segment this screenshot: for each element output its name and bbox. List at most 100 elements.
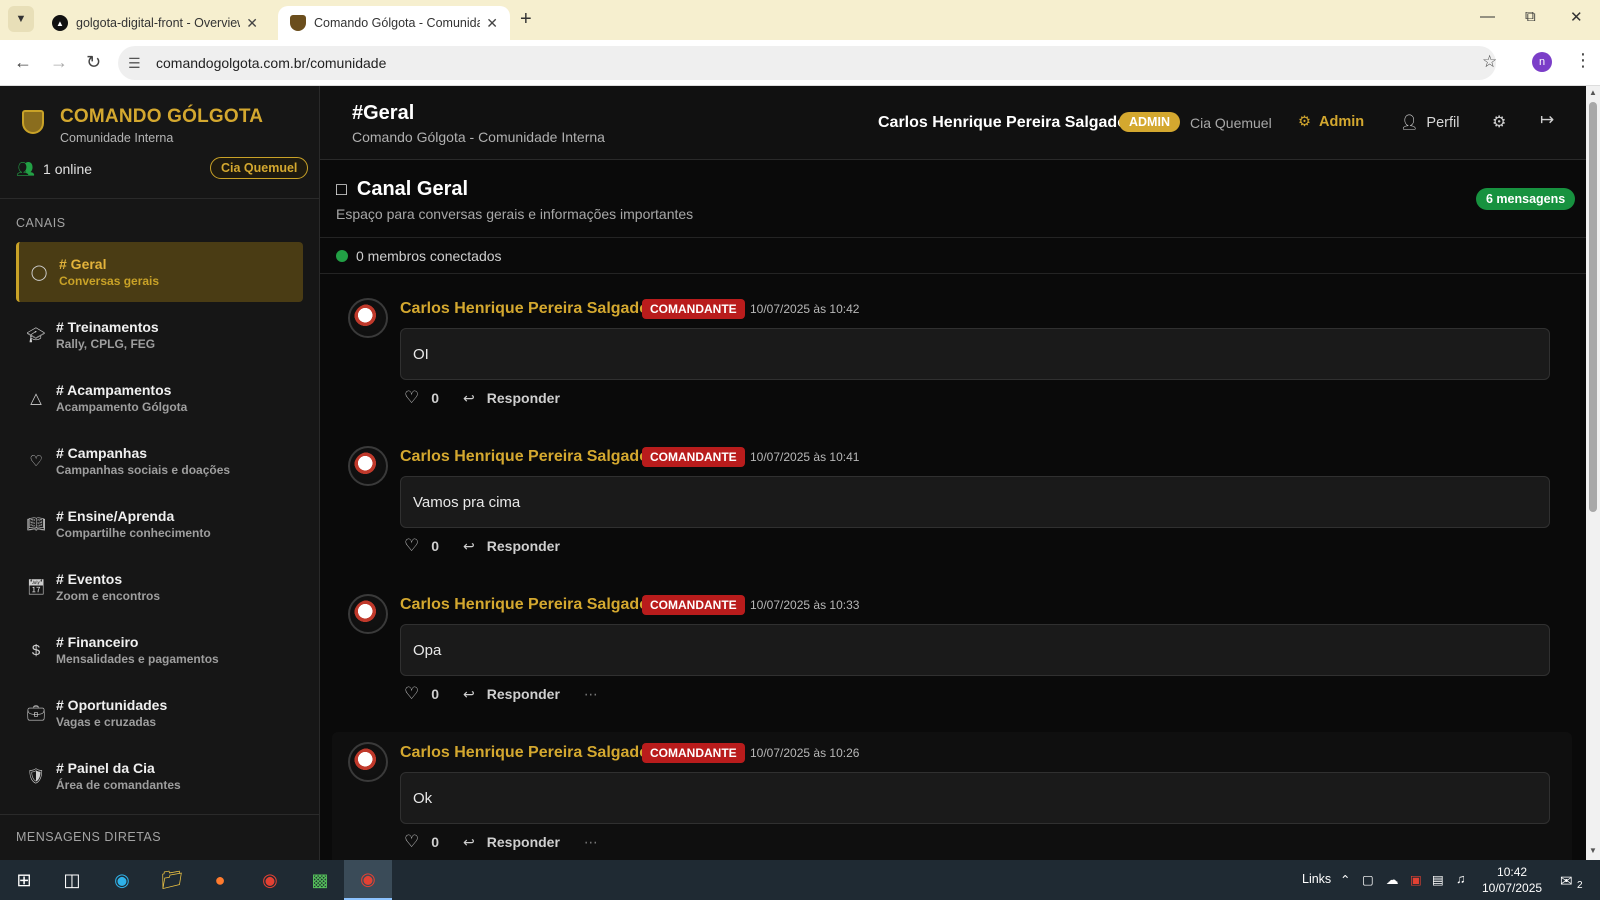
chrome-profile-k-icon[interactable]: ◉ <box>246 860 294 900</box>
scrollbar-thumb[interactable] <box>1589 102 1597 512</box>
channel-subtitle: Espaço para conversas gerais e informaçõ… <box>336 206 694 222</box>
reply-button[interactable]: Responder <box>487 538 560 554</box>
browser-tab-overview[interactable]: ▲ golgota-digital-front - Overview ✕ <box>40 6 270 40</box>
like-count: 0 <box>431 390 440 406</box>
sidebar-item-eventos[interactable]: 📅︎ # Eventos Zoom e encontros <box>16 557 303 617</box>
reply-arrow-icon[interactable]: ↩ <box>463 538 475 555</box>
main-content: #Geral Comando Gólgota - Comunidade Inte… <box>320 86 1586 860</box>
message-author[interactable]: Carlos Henrique Pereira Salgado <box>400 596 649 614</box>
channel-name: # Painel da Cia <box>56 760 155 776</box>
new-tab-plus-icon[interactable]: + <box>520 8 532 31</box>
task-view-icon[interactable]: ◫ <box>48 860 96 900</box>
admin-link-label: Admin <box>1319 114 1365 130</box>
message-author[interactable]: Carlos Henrique Pereira Salgado <box>400 300 649 318</box>
message-item: Carlos Henrique Pereira Salgado COMANDAN… <box>332 288 1572 423</box>
brand-subtitle: Comunidade Interna <box>60 131 174 145</box>
url-input[interactable]: comandogolgota.com.br/comunidade <box>118 46 1496 80</box>
calendar-icon: 📅︎ <box>26 579 46 596</box>
sidebar-item-financeiro[interactable]: $ # Financeiro Mensalidades e pagamentos <box>16 620 303 680</box>
message-actions: ♡ 0 ↩ Responder ⋯ <box>404 684 600 704</box>
minimize-icon[interactable]: — <box>1480 8 1495 25</box>
logout-icon[interactable]: ↦ <box>1540 110 1554 130</box>
forward-arrow-icon[interactable]: → <box>50 52 68 73</box>
message-count-badge: 6 mensagens <box>1476 188 1576 210</box>
admin-link[interactable]: ⚙ Admin <box>1298 114 1364 130</box>
bookmark-star-icon[interactable]: ☆ <box>1482 52 1497 72</box>
avatar[interactable] <box>348 742 388 782</box>
back-arrow-icon[interactable]: ← <box>14 52 32 73</box>
file-explorer-icon[interactable]: 📁︎ <box>148 860 196 900</box>
page-scrollbar[interactable]: ▲ ▼ <box>1586 86 1600 860</box>
reply-button[interactable]: Responder <box>487 390 560 406</box>
scroll-down-icon[interactable]: ▼ <box>1589 846 1597 855</box>
message-author[interactable]: Carlos Henrique Pereira Salgado <box>400 448 649 466</box>
settings-gear-icon[interactable]: ⚙ <box>1492 112 1506 132</box>
links-toolbar-label[interactable]: Links <box>1302 872 1331 886</box>
more-options-icon[interactable]: ⋯ <box>584 686 600 703</box>
channel-desc: Rally, CPLG, FEG <box>56 337 156 351</box>
sidebar-item-treinamentos[interactable]: 🎓︎ # Treinamentos Rally, CPLG, FEG <box>16 305 303 365</box>
avatar[interactable] <box>348 298 388 338</box>
more-options-icon[interactable]: ⋯ <box>584 834 600 851</box>
reply-button[interactable]: Responder <box>487 834 560 850</box>
tray-cloud-icon[interactable]: ☁ <box>1386 872 1399 887</box>
scroll-up-icon[interactable]: ▲ <box>1589 88 1597 97</box>
message-body: Opa <box>400 624 1550 676</box>
reply-button[interactable]: Responder <box>487 686 560 702</box>
sidebar-item-campanhas[interactable]: ♡ # Campanhas Campanhas sociais e doaçõe… <box>16 431 303 491</box>
restore-icon[interactable]: ⧉ <box>1525 8 1536 25</box>
reload-icon[interactable]: ↻ <box>86 52 101 73</box>
close-tab-icon[interactable]: ✕ <box>246 15 258 32</box>
tray-security-icon[interactable]: ▣ <box>1410 872 1422 887</box>
browser-menu-icon[interactable]: ⋮ <box>1574 50 1592 71</box>
heart-icon[interactable]: ♡ <box>404 684 419 704</box>
profile-link[interactable]: 👤︎ Perfil <box>1400 114 1459 132</box>
browser-tab-comunidade[interactable]: Comando Gólgota - Comunidade ✕ <box>278 6 510 40</box>
gear-icon: ⚙ <box>1298 114 1311 130</box>
site-settings-icon[interactable]: ☰ <box>128 55 141 72</box>
admin-role-badge: ADMIN <box>1119 112 1180 132</box>
tab-search-button[interactable]: ▼ <box>8 6 34 32</box>
channel-name: # Eventos <box>56 571 123 587</box>
edge-browser-icon[interactable]: ◉ <box>98 860 146 900</box>
heart-icon[interactable]: ♡ <box>404 388 419 408</box>
tray-network-icon[interactable]: ▤ <box>1432 872 1444 887</box>
sidebar-item-oportunidades[interactable]: 💼︎ # Oportunidades Vagas e cruzadas <box>16 683 303 743</box>
users-icon: 👥︎ <box>16 161 36 178</box>
tray-volume-icon[interactable]: ♫ <box>1456 872 1465 886</box>
tray-device-icon[interactable]: ▢ <box>1362 872 1374 887</box>
top-header: #Geral Comando Gólgota - Comunidade Inte… <box>320 86 1586 160</box>
system-clock[interactable]: 10:42 10/07/2025 <box>1482 864 1542 896</box>
chrome-profile-n-icon[interactable]: ◉ <box>344 860 392 900</box>
heart-icon[interactable]: ♡ <box>404 536 419 556</box>
app-terminal-icon[interactable]: ▩ <box>296 860 344 900</box>
tray-chevron-up-icon[interactable]: ⌃ <box>1340 872 1350 887</box>
sidebar-divider <box>0 814 319 815</box>
reply-arrow-icon[interactable]: ↩ <box>463 390 475 407</box>
os-taskbar: ⊞ ◫ ◉ 📁︎ ● ◉ ▩ ◉ Links ⌃ ▢ ☁ ▣ ▤ ♫ 10:42… <box>0 860 1600 900</box>
user-icon: 👤︎ <box>1400 115 1419 131</box>
sidebar-item-geral[interactable]: ◯ # Geral Conversas gerais <box>16 242 303 302</box>
heart-icon[interactable]: ♡ <box>404 832 419 852</box>
sidebar-item-painel-da-cia[interactable]: 🛡︎ # Painel da Cia Área de comandantes <box>16 746 303 806</box>
members-status: 0 membros conectados <box>320 238 1586 274</box>
sidebar-item-ensine-aprenda[interactable]: 📖︎ # Ensine/Aprenda Compartilhe conhecim… <box>16 494 303 554</box>
channel-name: # Treinamentos <box>56 319 159 335</box>
message-author[interactable]: Carlos Henrique Pereira Salgado <box>400 744 649 762</box>
browser-profile-avatar[interactable]: n <box>1532 52 1552 72</box>
close-window-icon[interactable]: ✕ <box>1570 8 1583 26</box>
channel-name: # Ensine/Aprenda <box>56 508 175 524</box>
reply-arrow-icon[interactable]: ↩ <box>463 686 475 703</box>
reply-arrow-icon[interactable]: ↩ <box>463 834 475 851</box>
channel-desc: Campanhas sociais e doações <box>56 463 231 477</box>
avatar[interactable] <box>348 594 388 634</box>
online-count: 1 online <box>43 161 93 177</box>
windows-start-icon[interactable]: ⊞ <box>0 860 48 900</box>
sidebar-item-acampamentos[interactable]: △ # Acampamentos Acampamento Gólgota <box>16 368 303 428</box>
notifications-icon[interactable]: ✉ <box>1560 872 1573 890</box>
firefox-icon[interactable]: ● <box>196 860 244 900</box>
online-dot-icon <box>336 249 348 262</box>
avatar[interactable] <box>348 446 388 486</box>
close-tab-icon[interactable]: ✕ <box>486 15 498 32</box>
channel-name: # Oportunidades <box>56 697 168 713</box>
